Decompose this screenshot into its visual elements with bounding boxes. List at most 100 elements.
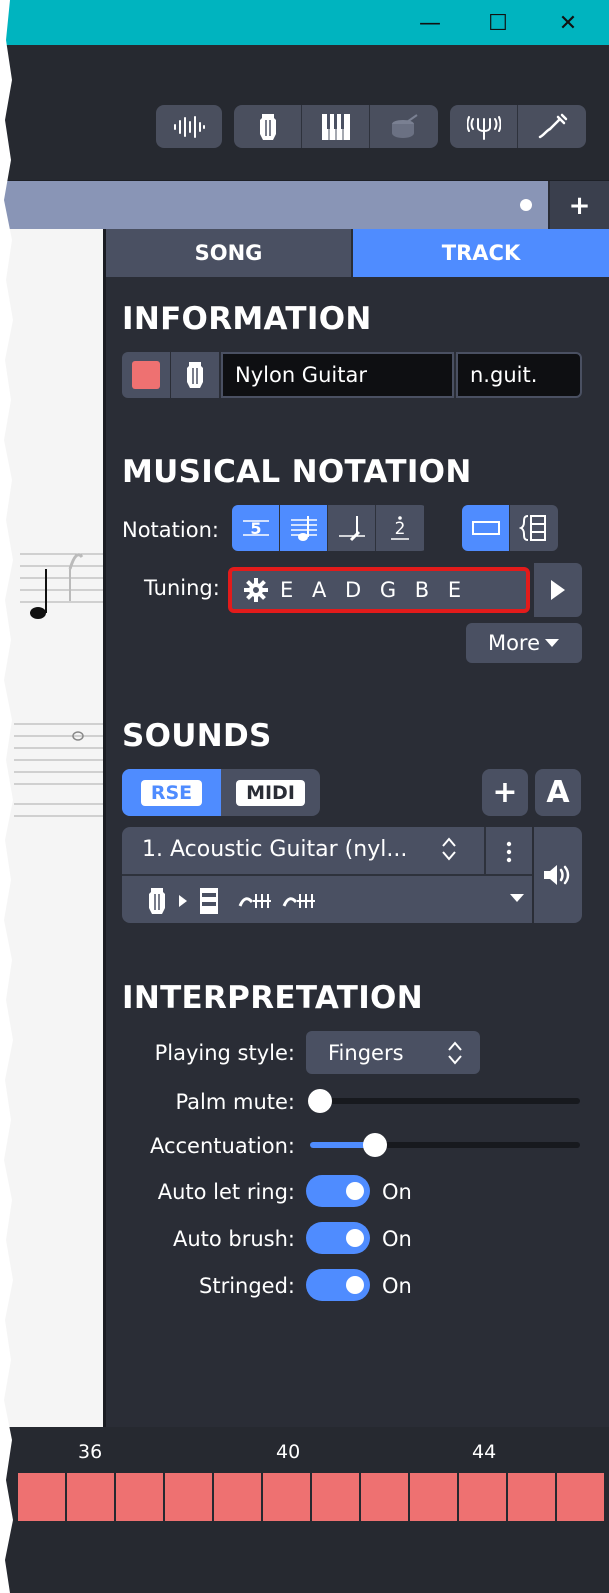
panel-tabs: SONG TRACK — [106, 229, 609, 277]
stringed-label: Stringed: — [199, 1274, 295, 1298]
auto-brush-toggle[interactable] — [306, 1222, 370, 1254]
tab-notation-toggle[interactable]: 5 — [232, 505, 280, 551]
midi-label: MIDI — [236, 779, 305, 806]
rse-toggle[interactable]: RSE — [122, 769, 221, 816]
updown-chevron-icon — [448, 1041, 462, 1065]
auto-let-ring-label: Auto let ring: — [157, 1180, 295, 1204]
updown-chevron-icon — [442, 837, 456, 861]
accentuation-thumb[interactable] — [363, 1133, 387, 1157]
palm-mute-slider[interactable] — [310, 1098, 580, 1104]
timeline-bar[interactable] — [263, 1473, 312, 1521]
track-color-button[interactable] — [122, 352, 170, 398]
toolbar-group-audio — [156, 105, 222, 148]
kebab-menu-icon — [506, 841, 512, 862]
track-short-name-field[interactable]: n.guit. — [456, 352, 582, 398]
piano-icon[interactable] — [302, 105, 370, 148]
minimize-button[interactable]: — — [410, 6, 450, 40]
page-view-toggle[interactable] — [462, 505, 510, 551]
track-name-field[interactable]: Nylon Guitar — [221, 352, 454, 398]
multitrack-view-toggle[interactable] — [510, 505, 558, 551]
signal-chain-row[interactable] — [122, 878, 532, 923]
accentuation-label: Accentuation: — [149, 1134, 295, 1158]
maximize-button[interactable]: ☐ — [478, 6, 518, 40]
toolbar-group-tools — [450, 105, 586, 148]
palm-mute-label: Palm mute: — [175, 1090, 295, 1114]
play-icon — [551, 580, 565, 600]
guitar-icon — [149, 887, 165, 914]
more-label: More — [487, 631, 541, 655]
sound-options-button[interactable] — [484, 827, 532, 876]
timeline-bar[interactable] — [361, 1473, 410, 1521]
add-sound-button[interactable]: + — [482, 769, 528, 816]
speaker-icon — [544, 865, 570, 885]
auto-let-ring-state: On — [382, 1180, 412, 1204]
notation-label: Notation: — [122, 518, 219, 542]
tuner-icon[interactable] — [450, 105, 518, 148]
auto-brush-label: Auto brush: — [172, 1227, 295, 1251]
inspector-panel: SONG TRACK INFORMATION Nylon Guitar n.gu… — [106, 229, 609, 1427]
timeline-bar[interactable] — [312, 1473, 361, 1521]
chain-arrow-icon — [179, 894, 187, 907]
tuning-play-button[interactable] — [534, 563, 582, 617]
playing-style-label: Playing style: — [154, 1041, 295, 1065]
playing-style-select[interactable]: Fingers — [306, 1031, 480, 1074]
timeline-bar[interactable] — [557, 1473, 606, 1521]
automation-button[interactable]: A — [535, 769, 581, 816]
sound-name: 1. Acoustic Guitar (nyl... — [142, 837, 408, 862]
bar-number: 40 — [276, 1441, 301, 1463]
close-button[interactable]: ✕ — [548, 6, 588, 40]
stringed-state: On — [382, 1274, 412, 1298]
bar-number: 44 — [472, 1441, 497, 1463]
sounds-heading: SOUNDS — [122, 718, 272, 754]
timeline-bar[interactable] — [459, 1473, 508, 1521]
tuning-value: E A D G B E — [280, 578, 468, 602]
auto-let-ring-toggle[interactable] — [306, 1175, 370, 1207]
stringed-toggle[interactable] — [306, 1269, 370, 1301]
guitar-icon — [187, 362, 203, 388]
color-swatch — [132, 361, 160, 389]
numbered-notation-toggle[interactable]: 2 — [376, 505, 424, 551]
tab-song[interactable]: SONG — [106, 229, 352, 277]
title-bar: — ☐ ✕ — [0, 0, 609, 45]
drum-icon[interactable] — [370, 105, 438, 148]
bar-number: 36 — [78, 1441, 103, 1463]
timeline-bar[interactable] — [165, 1473, 214, 1521]
new-tab-button[interactable]: + — [550, 181, 609, 230]
timeline-bar[interactable] — [410, 1473, 459, 1521]
information-heading: INFORMATION — [122, 301, 372, 337]
rse-label: RSE — [140, 779, 203, 806]
instrument-icon-button[interactable] — [171, 352, 219, 398]
palm-mute-thumb[interactable] — [308, 1089, 332, 1113]
more-dropdown-button[interactable]: More — [466, 623, 582, 663]
document-tab-strip: + — [0, 180, 609, 230]
waveform-icon[interactable] — [156, 105, 222, 148]
caret-down-icon — [545, 639, 560, 647]
timeline-bar[interactable] — [116, 1473, 165, 1521]
unsaved-dot-icon — [520, 199, 532, 211]
track-bars[interactable] — [18, 1473, 609, 1521]
interpretation-heading: INTERPRETATION — [122, 980, 423, 1016]
svg-text:2: 2 — [395, 519, 406, 539]
effect-eq-icon — [238, 893, 271, 908]
timeline-bar[interactable] — [67, 1473, 116, 1521]
tuning-field[interactable]: E A D G B E — [228, 567, 530, 613]
gear-icon — [244, 578, 268, 602]
jack-icon[interactable] — [518, 105, 586, 148]
sound-preview-button[interactable] — [534, 827, 582, 923]
notation-toggle-group: 5 2 — [232, 505, 427, 551]
musical-notation-heading: MUSICAL NOTATION — [122, 454, 472, 490]
timeline-bar[interactable] — [214, 1473, 263, 1521]
slash-notation-toggle[interactable] — [328, 505, 376, 551]
auto-brush-state: On — [382, 1227, 412, 1251]
tab-track[interactable]: TRACK — [353, 229, 609, 277]
torn-edge — [0, 0, 13, 1593]
sound-name-row[interactable]: 1. Acoustic Guitar (nyl... — [122, 827, 532, 876]
guitar-icon[interactable] — [234, 105, 302, 148]
caret-down-icon[interactable] — [510, 894, 524, 902]
midi-toggle[interactable]: MIDI — [221, 769, 320, 816]
standard-notation-toggle[interactable] — [280, 505, 328, 551]
timeline-bar[interactable] — [508, 1473, 557, 1521]
layout-toggle-group — [462, 505, 558, 551]
timeline-bar[interactable] — [18, 1473, 67, 1521]
accentuation-slider[interactable] — [310, 1142, 580, 1148]
